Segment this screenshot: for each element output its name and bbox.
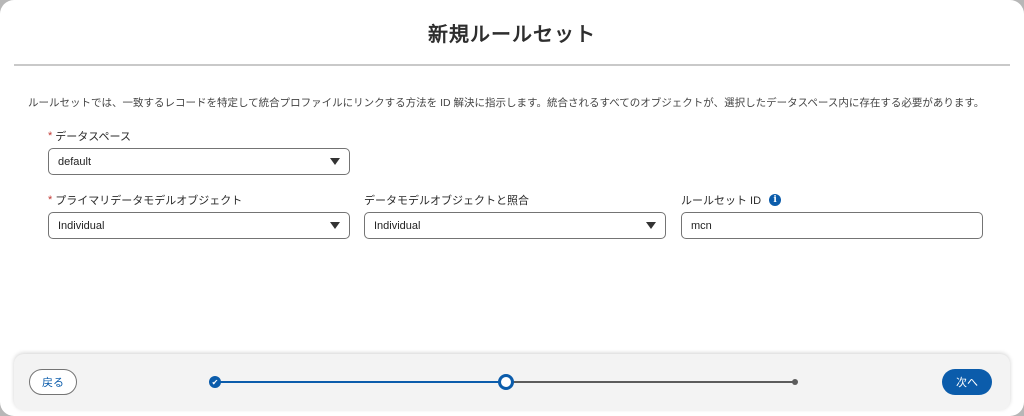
reconcile-dmo-label-text: データモデルオブジェクトと照合 [364, 195, 529, 207]
reconcile-dmo-field: データモデルオブジェクトと照合 Individual [364, 192, 666, 239]
caret-down-icon [330, 222, 340, 229]
ruleset-id-input[interactable]: mcn [681, 212, 983, 239]
dialog-footer: 戻る ✔ 次へ [14, 354, 1010, 410]
step-3-pending[interactable] [792, 379, 798, 385]
required-indicator: * [48, 130, 53, 142]
dialog-header: 新規ルールセット [14, 0, 1010, 66]
required-indicator: * [48, 194, 53, 206]
info-icon[interactable]: i [769, 194, 782, 206]
primary-dmo-label: * プライマリデータモデルオブジェクト [48, 192, 350, 208]
data-space-label-text: データスペース [55, 131, 131, 143]
dialog-description: ルールセットでは、一致するレコードを特定して統合プロファイルにリンクする方法を … [28, 97, 985, 109]
step-1-complete[interactable]: ✔ [209, 376, 221, 388]
primary-dmo-field: * プライマリデータモデルオブジェクト Individual [48, 192, 350, 239]
data-space-field: * データスペース default [48, 128, 350, 175]
data-space-value: default [58, 155, 92, 168]
next-button[interactable]: 次へ [942, 369, 992, 395]
data-space-select[interactable]: default [48, 148, 350, 175]
progress-track-remaining [507, 381, 795, 383]
step-2-current[interactable] [498, 374, 514, 390]
progress-indicator: ✔ [209, 372, 804, 392]
caret-down-icon [646, 222, 656, 229]
check-icon: ✔ [211, 377, 219, 387]
primary-dmo-select[interactable]: Individual [48, 212, 350, 239]
back-button[interactable]: 戻る [29, 369, 77, 395]
data-space-label: * データスペース [48, 128, 350, 144]
primary-dmo-label-text: プライマリデータモデルオブジェクト [55, 195, 243, 207]
dialog-title: 新規ルールセット [428, 23, 596, 46]
progress-track-complete [215, 381, 507, 383]
primary-dmo-value: Individual [58, 219, 105, 232]
reconcile-dmo-value: Individual [374, 219, 421, 232]
caret-down-icon [330, 158, 340, 165]
ruleset-id-value: mcn [691, 219, 712, 232]
ruleset-id-field: ルールセット ID i mcn [681, 192, 983, 239]
ruleset-id-label-text: ルールセット ID [681, 195, 762, 207]
new-ruleset-dialog: 新規ルールセット ルールセットでは、一致するレコードを特定して統合プロファイルに… [0, 0, 1024, 416]
ruleset-id-label: ルールセット ID i [681, 192, 983, 208]
reconcile-dmo-select[interactable]: Individual [364, 212, 666, 239]
reconcile-dmo-label: データモデルオブジェクトと照合 [364, 192, 666, 208]
